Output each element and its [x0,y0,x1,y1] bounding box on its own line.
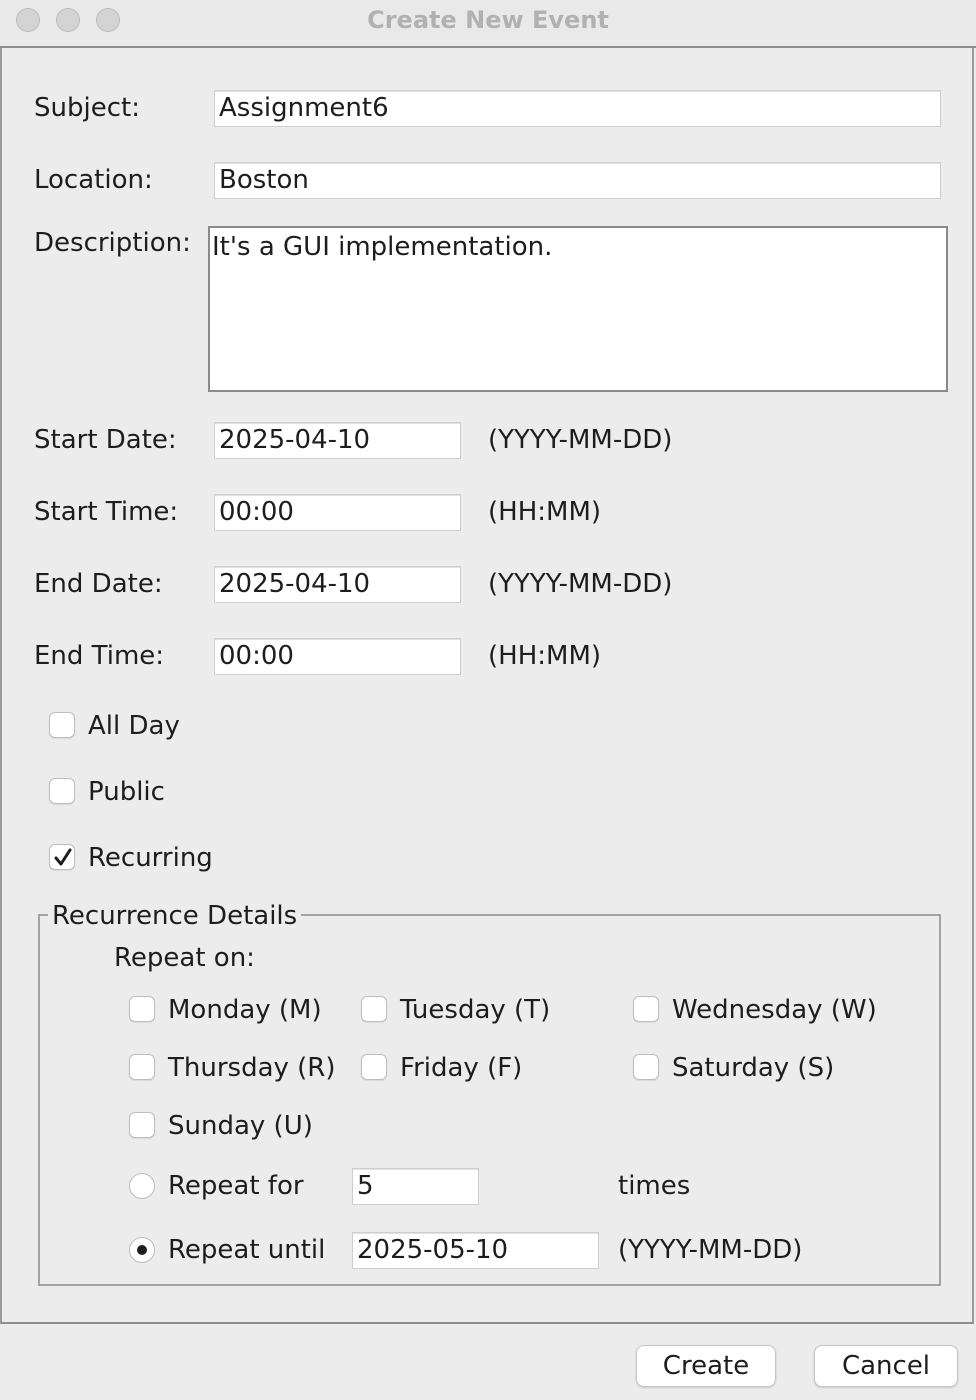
all-day-label: All Day [88,711,180,741]
sunday-checkbox[interactable] [129,1112,155,1138]
recurring-checkbox[interactable] [49,844,75,870]
repeat-until-radio[interactable] [129,1237,155,1263]
title-bar: Create New Event [0,0,976,48]
description-label: Description: [34,228,191,258]
radio-selected-dot [137,1245,147,1255]
create-button[interactable]: Create [636,1345,776,1387]
saturday-checkbox[interactable] [633,1054,659,1080]
start-date-label: Start Date: [34,425,177,455]
cancel-button[interactable]: Cancel [814,1345,958,1387]
monday-checkbox[interactable] [129,996,155,1022]
description-textarea[interactable]: It's a GUI implementation. [208,226,948,392]
repeat-for-radio[interactable] [129,1173,155,1199]
recurrence-details-title: Recurrence Details [48,900,302,932]
checkmark-icon [54,848,72,866]
repeat-for-label: Repeat for [168,1171,304,1201]
repeat-until-format-hint: (YYYY-MM-DD) [618,1235,803,1265]
location-label: Location: [34,165,153,195]
end-time-input[interactable]: 00:00 [214,638,461,675]
start-time-format-hint: (HH:MM) [488,497,602,527]
start-time-input[interactable]: 00:00 [214,494,461,531]
repeat-count-input[interactable]: 5 [352,1168,479,1205]
wednesday-label: Wednesday (W) [672,995,877,1025]
window-title: Create New Event [367,6,609,34]
start-date-format-hint: (YYYY-MM-DD) [488,425,673,455]
tuesday-label: Tuesday (T) [400,995,551,1025]
wednesday-checkbox[interactable] [633,996,659,1022]
end-time-label: End Time: [34,641,165,671]
public-checkbox[interactable] [49,778,75,804]
end-date-label: End Date: [34,569,163,599]
saturday-label: Saturday (S) [672,1053,835,1083]
public-label: Public [88,777,165,807]
friday-checkbox[interactable] [361,1054,387,1080]
start-date-input[interactable]: 2025-04-10 [214,422,461,459]
tuesday-checkbox[interactable] [361,996,387,1022]
thursday-checkbox[interactable] [129,1054,155,1080]
subject-input[interactable]: Assignment6 [214,90,941,127]
friday-label: Friday (F) [400,1053,523,1083]
location-input[interactable]: Boston [214,162,941,199]
times-label: times [618,1171,691,1201]
recurring-label: Recurring [88,843,213,873]
monday-label: Monday (M) [168,995,322,1025]
end-date-format-hint: (YYYY-MM-DD) [488,569,673,599]
end-date-input[interactable]: 2025-04-10 [214,566,461,603]
all-day-checkbox[interactable] [49,712,75,738]
repeat-on-label: Repeat on: [114,943,255,973]
repeat-until-date-input[interactable]: 2025-05-10 [352,1232,599,1269]
repeat-until-label: Repeat until [168,1235,326,1265]
end-time-format-hint: (HH:MM) [488,641,602,671]
subject-label: Subject: [34,93,140,123]
sunday-label: Sunday (U) [168,1111,313,1141]
thursday-label: Thursday (R) [168,1053,336,1083]
start-time-label: Start Time: [34,497,179,527]
